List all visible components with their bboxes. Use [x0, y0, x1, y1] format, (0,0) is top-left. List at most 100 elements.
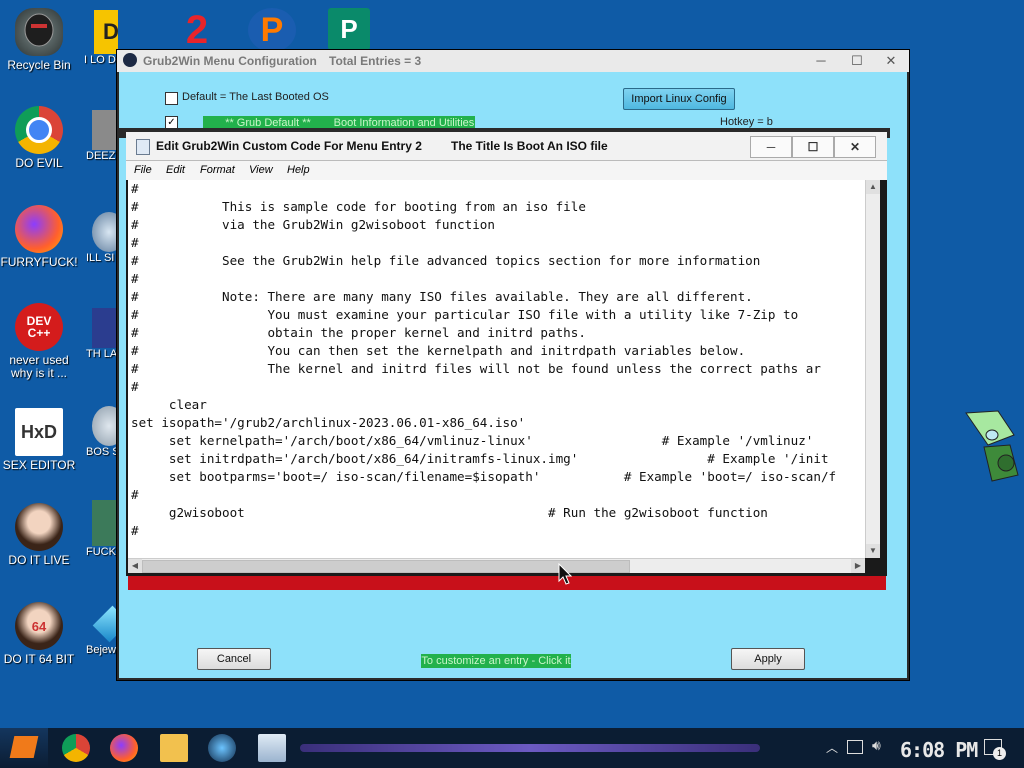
import-linux-config-button[interactable]: Import Linux Config — [623, 88, 735, 110]
code-line[interactable]: set initrdpath='/arch/boot/x86_64/initra… — [131, 450, 836, 468]
desktop-icon-label: DEEZ HAH C — [86, 150, 118, 162]
desktop-icon-chrome[interactable]: DO EVIL — [0, 106, 78, 170]
clock[interactable]: 6:08 PM — [900, 738, 978, 762]
tray-chevron-icon[interactable]: ︿ — [826, 739, 838, 756]
gear-icon — [92, 212, 118, 252]
code-line[interactable]: # via the Grub2Win g2wisoboot function — [131, 216, 836, 234]
file-icon — [92, 110, 118, 150]
window-title: Grub2Win Menu Configuration — [143, 54, 317, 68]
scroll-down-icon[interactable]: ▼ — [866, 544, 880, 558]
code-text[interactable]: # # This is sample code for booting from … — [131, 180, 836, 540]
apply-button[interactable]: Apply — [731, 648, 805, 670]
scroll-right-icon[interactable]: ▶ — [851, 559, 865, 573]
menu-view[interactable]: View — [249, 164, 273, 176]
maximize-button[interactable]: ☐ — [839, 50, 875, 72]
hotkey-label: Hotkey = b — [720, 116, 773, 128]
horizontal-scrollbar[interactable]: ◀ ▶ — [128, 558, 865, 573]
desktop-icon-firefox[interactable]: FURRYFUCK! — [0, 205, 78, 269]
desktop-icon-label: DO IT 64 BIT — [3, 652, 75, 666]
game-icon — [92, 500, 118, 546]
code-line[interactable]: set isopath='/grub2/archlinux-2023.06.01… — [131, 414, 836, 432]
desktop-icon-p[interactable]: P — [248, 8, 298, 56]
vertical-scrollbar[interactable]: ▲ ▼ — [865, 180, 880, 558]
taskbar: ︿ 🔊︎ 6:08 PM 1 — [0, 728, 1024, 768]
devcpp-icon: DEV C++ — [15, 303, 63, 351]
desktop-mascot-image — [958, 405, 1024, 497]
code-line[interactable]: # — [131, 486, 836, 504]
desktop-icon-label: FURRYFUCK! — [0, 255, 78, 269]
code-line[interactable]: # This is sample code for booting from a… — [131, 198, 836, 216]
taskbar-grub2win-icon[interactable] — [208, 734, 236, 762]
chrome-icon — [15, 106, 63, 154]
editor-maximize-button[interactable]: ☐ — [792, 136, 834, 158]
editor-window: Edit Grub2Win Custom Code For Menu Entry… — [126, 132, 887, 576]
code-line[interactable]: clear — [131, 396, 836, 414]
taskbar-chrome-icon[interactable] — [62, 734, 90, 762]
desktop-icon-do-it-64[interactable]: 64 DO IT 64 BIT — [0, 602, 78, 666]
desktop-icon-label: SEX EDITOR — [2, 458, 76, 472]
code-editor[interactable]: # # This is sample code for booting from … — [128, 180, 865, 558]
desktop-icon-2[interactable]: 2 — [172, 8, 222, 56]
taskbar-decoration — [300, 744, 760, 752]
taskbar-firefox-icon[interactable] — [110, 734, 138, 762]
code-line[interactable]: # — [131, 522, 836, 540]
code-line[interactable]: # You must examine your particular ISO f… — [131, 306, 836, 324]
code-line[interactable]: # — [131, 378, 836, 396]
taskbar-notepad-icon[interactable] — [258, 734, 286, 762]
gem-icon — [92, 605, 118, 643]
code-line[interactable]: # You can then set the kernelpath and in… — [131, 342, 836, 360]
p-logo-icon: P — [248, 8, 296, 52]
default-checkbox[interactable] — [165, 92, 178, 105]
editor-menubar: File Edit Format View Help — [126, 161, 887, 180]
minimize-button[interactable]: ─ — [803, 50, 839, 72]
editor-close-button[interactable]: ✕ — [834, 136, 876, 158]
desktop-icon-label: I LO DETECT — [84, 54, 118, 66]
customize-hint: To customize an entry - Click it — [421, 654, 571, 668]
taskbar-folder-icon[interactable] — [160, 734, 188, 762]
desktop-icon-partial[interactable]: Bejew Del — [86, 604, 118, 657]
desktop-icon-publisher[interactable]: P — [328, 8, 378, 56]
code-line[interactable]: # obtain the proper kernel and initrd pa… — [131, 324, 836, 342]
scroll-left-icon[interactable]: ◀ — [128, 559, 142, 573]
menu-help[interactable]: Help — [287, 164, 310, 176]
code-line[interactable]: # — [131, 180, 836, 198]
code-line[interactable]: set kernelpath='/arch/boot/x86_64/vmlinu… — [131, 432, 836, 450]
desktop-icon-partial[interactable]: ILL SI YO — [86, 212, 118, 265]
desktop-icon-do-it-live[interactable]: DO IT LIVE — [0, 503, 78, 567]
editor-minimize-button[interactable]: ─ — [750, 136, 792, 158]
scroll-up-icon[interactable]: ▲ — [866, 180, 880, 194]
desktop-icon-partial[interactable]: FUCK EL — [86, 500, 118, 559]
default-checkbox-label: Default = The Last Booted OS — [182, 91, 329, 103]
horizontal-scroll-thumb[interactable] — [142, 560, 630, 573]
publisher-icon: P — [328, 8, 370, 50]
desktop-icon-hxd[interactable]: HxD SEX EDITOR — [0, 408, 78, 472]
code-line[interactable]: # — [131, 234, 836, 252]
desktop-icon-partial[interactable]: DEEZ HAH C — [86, 110, 118, 163]
total-entries: Total Entries = 3 — [329, 54, 422, 68]
editor-title: Edit Grub2Win Custom Code For Menu Entry… — [156, 139, 422, 153]
desktop-icon-recycle-bin[interactable]: Recycle Bin — [0, 8, 78, 72]
desktop-icon-label: TH LANGUA — [86, 348, 118, 360]
code-line[interactable]: # — [131, 270, 836, 288]
desktop-icon-label: Recycle Bin — [7, 58, 71, 72]
network-icon[interactable] — [847, 740, 863, 754]
code-line[interactable]: # See the Grub2Win help file advanced to… — [131, 252, 836, 270]
close-button[interactable]: ✕ — [873, 50, 909, 72]
desktop-icon-partial[interactable]: TH LANGUA — [86, 308, 118, 361]
cancel-button[interactable]: Cancel — [197, 648, 271, 670]
code-line[interactable]: # The kernel and initrd files will not b… — [131, 360, 836, 378]
desktop-icon-label: never used why is it ... — [9, 353, 69, 380]
portrait-icon: 64 — [15, 602, 63, 650]
volume-icon[interactable]: 🔊︎ — [872, 737, 881, 754]
code-line[interactable]: # Note: There are many many ISO files av… — [131, 288, 836, 306]
desktop-icon-partial[interactable]: De I LO DETECT — [84, 10, 118, 67]
start-button[interactable] — [0, 728, 48, 768]
desktop-icon-devcpp[interactable]: DEV C++ never used why is it ... — [0, 303, 78, 380]
menu-format[interactable]: Format — [200, 164, 235, 176]
desktop-icon-label: BOS SIMUL — [86, 446, 118, 458]
menu-edit[interactable]: Edit — [166, 164, 185, 176]
desktop-icon-partial[interactable]: BOS SIMUL — [86, 406, 118, 459]
menu-file[interactable]: File — [134, 164, 152, 176]
code-line[interactable]: g2wisoboot # Run the g2wisoboot function — [131, 504, 836, 522]
code-line[interactable]: set bootparms='boot=/ iso-scan/filename=… — [131, 468, 836, 486]
